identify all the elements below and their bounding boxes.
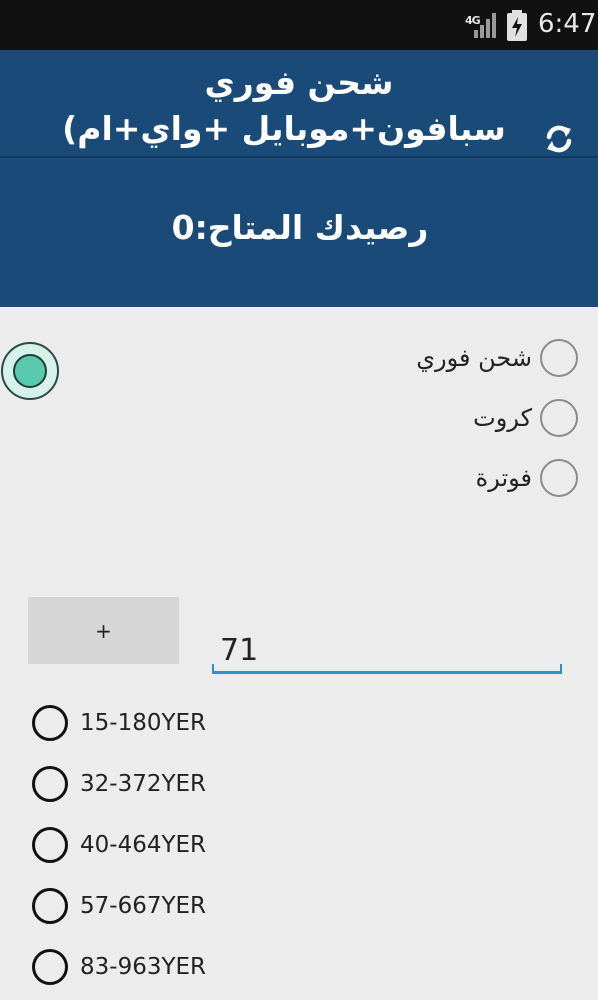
floating-handle[interactable]	[1, 342, 59, 400]
amount-input[interactable]	[212, 624, 562, 676]
package-label: 40-464YER	[80, 832, 207, 858]
signal-icon	[474, 13, 496, 38]
balance-text: رصيدك المتاح:0	[171, 208, 429, 247]
input-underline-tick	[560, 664, 562, 672]
status-time: 6:47	[538, 9, 597, 39]
input-underline	[212, 671, 562, 674]
package-option[interactable]: 40-464YER	[32, 825, 206, 865]
package-option[interactable]: 57-667YER	[32, 886, 206, 926]
floating-handle-dot	[13, 354, 47, 388]
package-label: 57-667YER	[80, 893, 207, 919]
radio-button[interactable]	[32, 827, 68, 863]
mode-option-billing[interactable]: فوترة	[476, 458, 578, 498]
package-option[interactable]: 83-963YER	[32, 947, 206, 987]
mode-option-cards[interactable]: كروت	[473, 398, 578, 438]
radio-button[interactable]	[540, 339, 578, 377]
radio-button[interactable]	[32, 705, 68, 741]
battery-charging-icon	[507, 10, 527, 41]
package-option[interactable]: 32-372YER	[32, 764, 206, 804]
mode-option-label: فوترة	[475, 464, 532, 492]
radio-button[interactable]	[32, 888, 68, 924]
page-subtitle: (سبافون+موبايل +واي+ام	[62, 109, 506, 148]
mode-option-label: شحن فوري	[416, 344, 532, 372]
radio-button[interactable]	[32, 949, 68, 985]
plus-button[interactable]: +	[28, 597, 179, 664]
radio-button[interactable]	[32, 766, 68, 802]
mode-option-label: كروت	[473, 404, 532, 432]
mode-option-instant[interactable]: شحن فوري	[416, 338, 578, 378]
package-label: 83-963YER	[80, 954, 207, 980]
status-bar: 4G 6:47	[0, 0, 598, 50]
radio-button[interactable]	[540, 459, 578, 497]
refresh-icon[interactable]	[540, 120, 578, 156]
package-label: 15-180YER	[80, 710, 207, 736]
page-title: شحن فوري	[204, 63, 394, 102]
radio-button[interactable]	[540, 399, 578, 437]
input-underline-tick	[212, 664, 214, 672]
package-label: 32-372YER	[80, 771, 207, 797]
balance-panel: رصيدك المتاح:0	[0, 158, 598, 307]
app-header: شحن فوري (سبافون+موبايل +واي+ام	[0, 50, 598, 156]
package-option[interactable]: 15-180YER	[32, 703, 206, 743]
